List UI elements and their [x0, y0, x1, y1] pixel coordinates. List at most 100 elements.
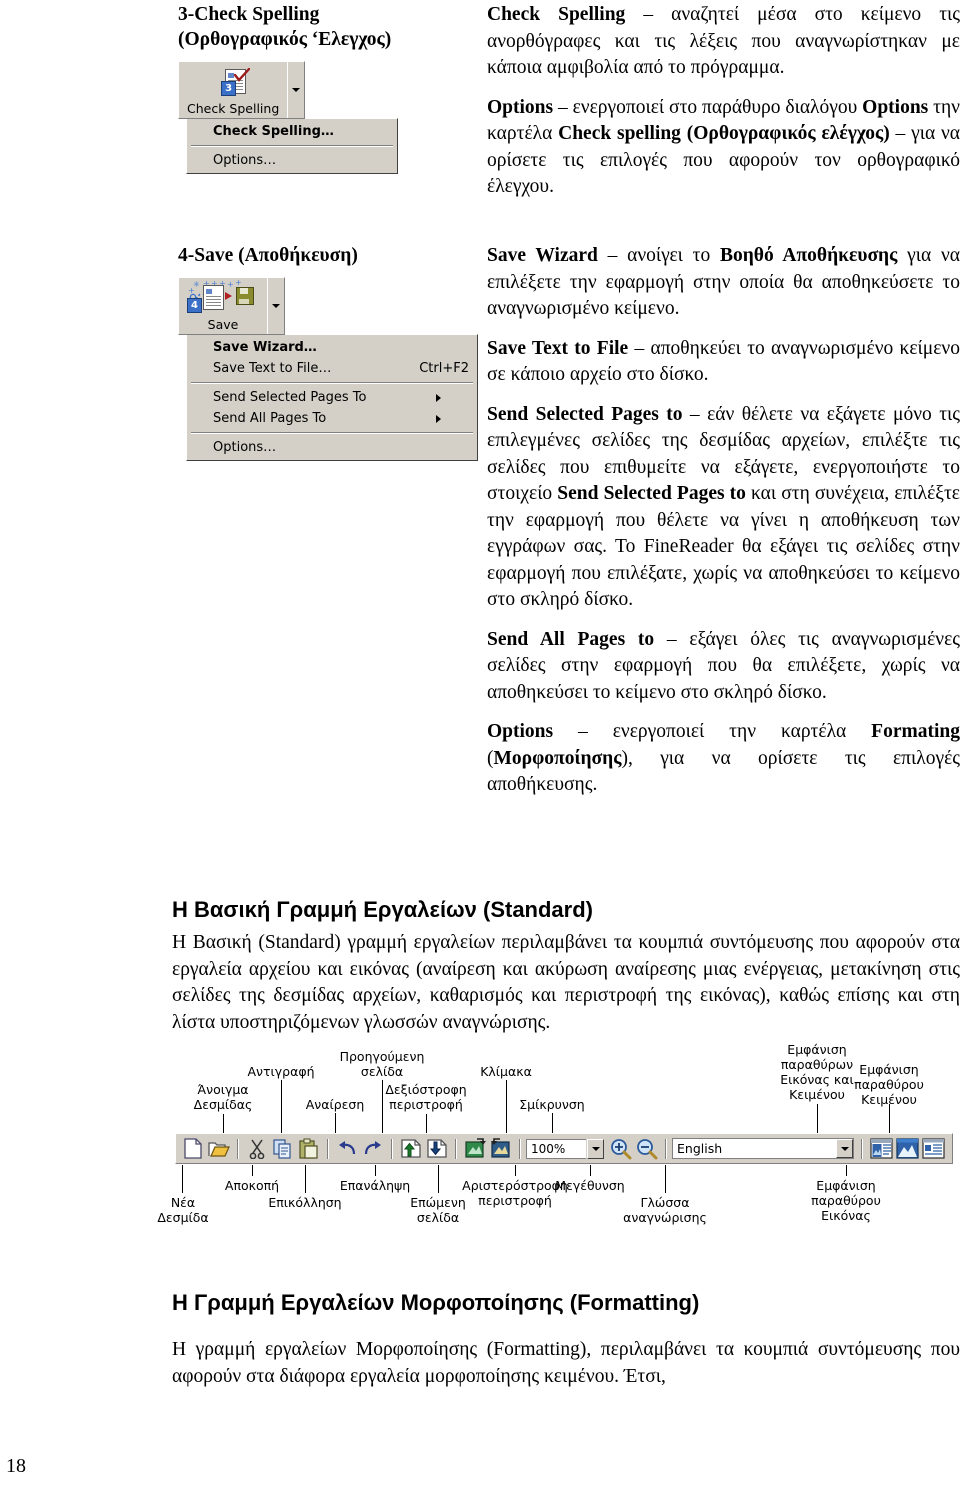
menu-item-label: Save Wizard…: [213, 340, 317, 355]
menu-separator: [191, 145, 393, 147]
toolbar-separator: [861, 1138, 863, 1159]
leader-line: [182, 1165, 183, 1193]
zoom-in-icon[interactable]: [609, 1137, 633, 1160]
diagram-label-open-batch: Άνοιγμα Δεσμίδας: [193, 1082, 253, 1112]
check-spelling-button-face[interactable]: 3 Check Spelling: [179, 62, 288, 118]
redo-icon[interactable]: [361, 1137, 385, 1160]
language-value: English: [677, 1141, 723, 1156]
section-2-paragraph-1: Save Wizard – ανοίγει το Βοηθό Αποθήκευσ…: [487, 245, 960, 319]
toolbar-separator: [665, 1138, 667, 1159]
leader-line: [515, 1165, 516, 1176]
sparkle-icon: +: [235, 278, 242, 287]
menu-item-options[interactable]: Options…: [187, 437, 477, 458]
section-2-heading-line1: 4-Save (Αποθήκευση): [178, 245, 358, 266]
term-options: Options: [487, 96, 554, 118]
menu-item-label: Send All Pages To: [213, 411, 327, 426]
diagram-label-previous-page: Προηγούμενη σελίδα: [339, 1049, 425, 1079]
next-page-icon[interactable]: [425, 1137, 449, 1160]
check-spelling-dropdown-arrow[interactable]: [287, 62, 305, 118]
section-2-heading: 4-Save (Αποθήκευση): [178, 243, 463, 268]
save-toolbutton[interactable]: ✳ + + + + + + 4 Save: [178, 277, 285, 335]
diagram-label-paste: Επικόλληση: [268, 1195, 342, 1210]
menu-item-label: Options…: [213, 440, 277, 455]
toolbar-separator: [327, 1138, 329, 1159]
menu-item-label: Save Text to File…: [213, 361, 332, 376]
diagram-label-show-text-window: Εμφάνιση παραθύρου Κειμένου: [854, 1062, 924, 1107]
document-page: 3-Check Spelling (Ορθογραφικός ‘Ελεγχος)…: [0, 0, 960, 1502]
standard-toolbar[interactable]: 100% English: [175, 1133, 953, 1164]
page-number: 18: [6, 1455, 26, 1477]
term-save-wizard: Save Wizard: [487, 245, 598, 266]
save-widget: ✳ + + + + + + 4 Save Save Wizard… Save T…: [178, 277, 478, 461]
section-1-left-column: 3-Check Spelling (Ορθογραφικός ‘Ελεγχος)…: [178, 2, 463, 174]
language-combo[interactable]: English: [672, 1138, 854, 1159]
leader-line: [375, 1165, 376, 1176]
arrow-right-icon: [225, 292, 232, 300]
step-badge: 3: [221, 81, 237, 96]
leader-line: [889, 1104, 890, 1134]
save-dropdown-arrow[interactable]: [267, 278, 284, 334]
leader-line: [846, 1165, 847, 1176]
undo-icon[interactable]: [335, 1137, 359, 1160]
toolbar-separator: [455, 1138, 457, 1159]
term-send-selected-pages-to: Send Selected Pages to: [487, 403, 683, 425]
show-image-and-text-windows-icon[interactable]: [869, 1137, 893, 1160]
section-2-paragraph-4: Send All Pages to – εξάγει όλες τις αναγ…: [487, 628, 960, 703]
save-icon: ✳ + + + + + + 4: [187, 279, 259, 315]
submenu-arrow-icon: [436, 414, 469, 423]
menu-item-save-text-to-file[interactable]: Save Text to File… Ctrl+F2: [187, 358, 477, 379]
toolbar-separator: [391, 1138, 393, 1159]
menu-item-send-selected-pages-to[interactable]: Send Selected Pages To: [187, 387, 477, 408]
section-1-heading-line1: 3-Check Spelling: [178, 4, 320, 25]
leader-line: [665, 1165, 666, 1193]
submenu-arrow-icon: [436, 393, 469, 402]
term-check-spelling: Check Spelling: [487, 4, 626, 25]
section-1-right-column: Check Spelling – αναζητεί μέσα στο κείμε…: [487, 2, 960, 201]
cut-icon[interactable]: [245, 1137, 269, 1160]
rotate-counterclockwise-icon[interactable]: [489, 1137, 513, 1160]
leader-line: [426, 1114, 427, 1134]
section-1-paragraph-2: Options – ενεργοποιεί στο παράθυρο διαλό…: [487, 96, 960, 198]
term-save-text-to-file: Save Text to File: [487, 337, 629, 359]
leader-line: [252, 1165, 253, 1176]
menu-item-save-wizard[interactable]: Save Wizard…: [187, 337, 477, 358]
term-send-all-pages-to: Send All Pages to: [487, 628, 655, 650]
leader-line: [552, 1113, 553, 1134]
leader-line: [438, 1165, 439, 1193]
diagram-label-copy: Αντιγραφή: [247, 1064, 315, 1079]
open-batch-icon[interactable]: [207, 1137, 231, 1160]
leader-line: [590, 1165, 591, 1176]
leader-line: [305, 1165, 306, 1193]
language-combo-arrow[interactable]: [836, 1139, 853, 1158]
menu-item-send-all-pages-to[interactable]: Send All Pages To: [187, 408, 477, 429]
save-menu[interactable]: Save Wizard… Save Text to File… Ctrl+F2 …: [186, 334, 478, 461]
show-text-window-icon[interactable]: [921, 1137, 945, 1160]
menu-item-options[interactable]: Options…: [187, 150, 397, 171]
zoom-combo-arrow[interactable]: [587, 1138, 604, 1159]
menu-item-label: Options…: [213, 153, 277, 168]
rotate-clockwise-icon[interactable]: [463, 1137, 487, 1160]
menu-item-label: Check Spelling…: [213, 124, 334, 139]
show-image-window-icon[interactable]: [895, 1137, 919, 1160]
section-2-paragraph-2: Save Text to File – αποθηκεύει το αναγνω…: [487, 337, 960, 386]
section-2-paragraph-5: Options – ενεργοποιεί την καρτέλα Format…: [487, 721, 960, 795]
leader-line: [223, 1114, 224, 1134]
check-spelling-toolbutton[interactable]: 3 Check Spelling: [178, 61, 306, 119]
chevron-down-icon: [292, 88, 301, 92]
zoom-value: 100%: [531, 1141, 566, 1156]
diagram-label-redo: Επανάληψη: [339, 1178, 411, 1193]
menu-item-check-spelling[interactable]: Check Spelling…: [187, 121, 397, 142]
previous-page-icon[interactable]: [399, 1137, 423, 1160]
save-button-face[interactable]: ✳ + + + + + + 4 Save: [179, 278, 267, 334]
section-2-paragraph-3: Send Selected Pages to – εάν θέλετε να ε…: [487, 403, 960, 611]
copy-icon[interactable]: [271, 1137, 295, 1160]
zoom-combo[interactable]: 100%: [526, 1138, 604, 1159]
diagram-label-show-image-window: Εμφάνιση παραθύρου Εικόνας: [811, 1178, 881, 1223]
menu-item-shortcut: Ctrl+F2: [419, 361, 469, 376]
section-1-heading-line2: (Ορθογραφικός ‘Ελεγχος): [178, 29, 392, 50]
new-batch-icon[interactable]: [181, 1137, 205, 1160]
diagram-label-zoom-out: Σμίκρυνση: [519, 1097, 585, 1112]
check-spelling-menu[interactable]: Check Spelling… Options…: [186, 118, 398, 174]
zoom-out-icon[interactable]: [635, 1137, 659, 1160]
paste-icon[interactable]: [297, 1137, 321, 1160]
